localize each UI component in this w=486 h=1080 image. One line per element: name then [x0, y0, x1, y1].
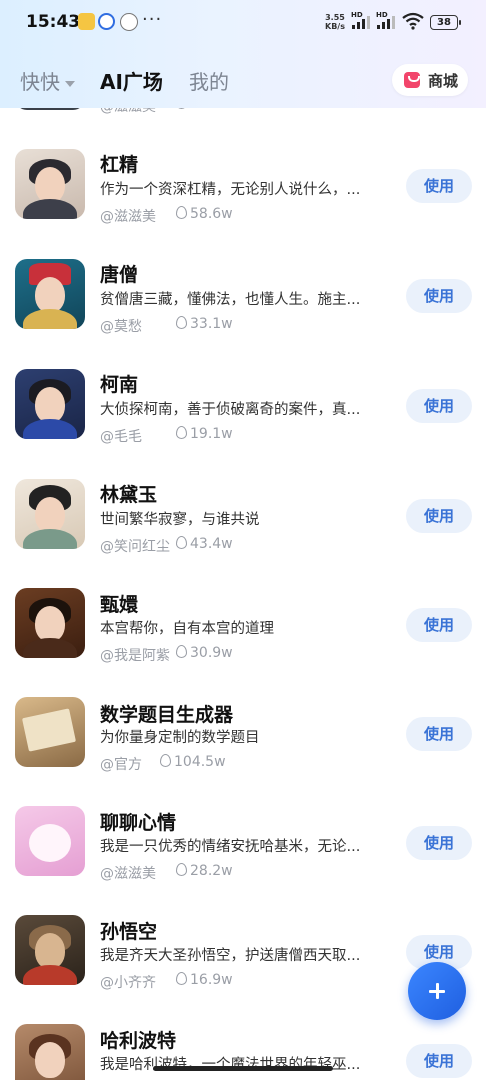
agent-list: @滋滋美 53.7w 杠精 作为一个资深杠精，无论别人说什么，... @滋滋美 … [0, 0, 486, 1080]
author-label: @滋滋美 [100, 209, 156, 225]
avatar [15, 588, 85, 658]
use-button[interactable]: 使用 [406, 717, 472, 751]
heat-count: 58.6w [176, 206, 233, 222]
avatar [15, 149, 85, 219]
top-nav: 快快 AI广场 我的 商城 [0, 60, 486, 100]
list-item[interactable]: 林黛玉 世间繁华寂寥，与谁共说 @笑问红尘 43.4w 使用 [0, 470, 486, 580]
agent-description: 大侦探柯南，善于侦破离奇的案件，真... [100, 402, 361, 418]
flame-icon [176, 206, 187, 219]
avatar [15, 369, 85, 439]
home-indicator[interactable] [153, 1066, 333, 1071]
more-notifications-icon: ··· [142, 9, 163, 30]
flame-icon [160, 754, 171, 767]
use-button[interactable]: 使用 [406, 389, 472, 423]
list-item[interactable]: 杠精 作为一个资深杠精，无论别人说什么，... @滋滋美 58.6w 使用 [0, 140, 486, 250]
agent-name: 聊聊心情 [100, 812, 177, 834]
shopping-bag-icon [404, 72, 420, 88]
use-button[interactable]: 使用 [406, 499, 472, 533]
list-item[interactable]: 柯南 大侦探柯南，善于侦破离奇的案件，真... @毛毛 19.1w 使用 [0, 360, 486, 470]
battery-icon: 38 [430, 15, 461, 30]
author-label: @滋滋美 [100, 866, 156, 882]
agent-description: 我是齐天大圣孙悟空，护送唐僧西天取... [100, 948, 361, 964]
author-label: @小齐齐 [100, 975, 156, 991]
heat-count: 33.1w [176, 316, 233, 332]
author-label: @笑问红尘 [100, 539, 170, 555]
use-button[interactable]: 使用 [406, 608, 472, 642]
cloud-app-icon [120, 13, 138, 31]
list-item[interactable]: 数学题目生成器 为你量身定制的数学题目 @官方 104.5w 使用 [0, 690, 486, 800]
agent-description: 本宫帮你，自有本宫的道理 [100, 621, 274, 637]
avatar [15, 806, 85, 876]
agent-name: 孙悟空 [100, 921, 158, 943]
author-label: @官方 [100, 757, 142, 773]
heat-count: 104.5w [160, 754, 226, 770]
list-item[interactable]: 唐僧 贫僧唐三藏，懂佛法，也懂人生。施主... @莫愁 33.1w 使用 [0, 250, 486, 360]
wifi-icon [402, 12, 424, 30]
flame-icon [176, 863, 187, 876]
agent-name: 柯南 [100, 374, 139, 396]
flame-icon [176, 536, 187, 549]
tab-ai-square[interactable]: AI广场 [100, 66, 163, 95]
author-label: @莫愁 [100, 319, 142, 335]
agent-description: 贫僧唐三藏，懂佛法，也懂人生。施主... [100, 292, 361, 308]
mall-button[interactable]: 商城 [392, 64, 468, 96]
agent-name: 甄嬛 [100, 594, 139, 616]
author-label: @毛毛 [100, 429, 142, 445]
agent-description: 为你量身定制的数学题目 [100, 730, 260, 746]
agent-description: 我是一只优秀的情绪安抚哈基米，无论... [100, 839, 361, 855]
clock: 15:43 [26, 12, 81, 32]
tab-kuaikuai[interactable]: 快快 [20, 66, 75, 95]
agent-name: 哈利波特 [100, 1030, 177, 1052]
flame-icon [176, 316, 187, 329]
heat-count: 16.9w [176, 972, 233, 988]
flame-icon [176, 426, 187, 439]
avatar [15, 479, 85, 549]
list-item[interactable]: 甄嬛 本宫帮你，自有本宫的道理 @我是阿紫 30.9w 使用 [0, 580, 486, 690]
network-speed: 3.55 KB/s [325, 13, 345, 31]
heat-count: 30.9w [176, 645, 233, 661]
mall-label: 商城 [428, 72, 459, 90]
heat-count: 19.1w [176, 426, 233, 442]
agent-description: 作为一个资深杠精，无论别人说什么，... [100, 182, 361, 198]
avatar [15, 915, 85, 985]
flame-icon [176, 972, 187, 985]
agent-name: 林黛玉 [100, 484, 158, 506]
tab-mine[interactable]: 我的 [189, 66, 229, 95]
chevron-down-icon [65, 80, 75, 87]
use-button[interactable]: 使用 [406, 169, 472, 203]
avatar [15, 259, 85, 329]
avatar [15, 697, 85, 767]
avatar [15, 1024, 85, 1080]
heat-count: 28.2w [176, 863, 233, 879]
agent-name: 唐僧 [100, 264, 139, 286]
agent-name: 数学题目生成器 [100, 704, 234, 726]
flame-icon [176, 645, 187, 658]
list-item[interactable]: 聊聊心情 我是一只优秀的情绪安抚哈基米，无论... @滋滋美 28.2w 使用 [0, 800, 486, 910]
browser-app-icon [98, 13, 115, 30]
use-button[interactable]: 使用 [406, 826, 472, 860]
heat-count: 43.4w [176, 536, 233, 552]
list-item[interactable]: 哈利波特 我是哈利波特，一个魔法世界的年轻巫... 使用 [0, 1020, 486, 1080]
signal-icon [377, 15, 399, 29]
notes-app-icon [78, 13, 95, 30]
author-label: @我是阿紫 [100, 648, 170, 664]
signal-icon [352, 15, 374, 29]
create-button[interactable] [408, 962, 466, 1020]
use-button[interactable]: 使用 [406, 1044, 472, 1078]
use-button[interactable]: 使用 [406, 279, 472, 313]
agent-name: 杠精 [100, 154, 139, 176]
status-bar: 15:43 ··· 3.55 KB/s HD HD 38 [0, 0, 486, 44]
agent-description: 世间繁华寂寥，与谁共说 [100, 512, 260, 528]
